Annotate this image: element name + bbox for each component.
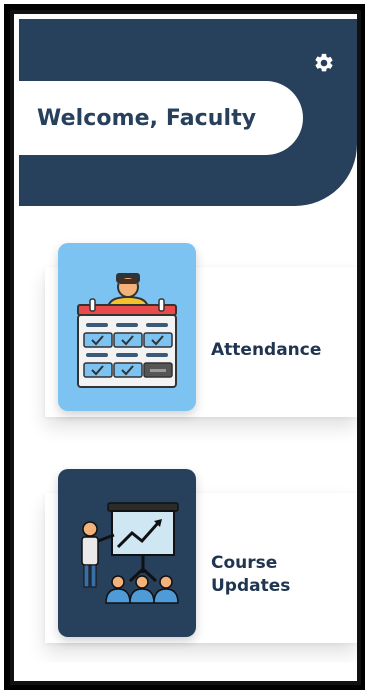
welcome-title: Welcome, Faculty: [37, 105, 257, 131]
gear-icon: [315, 53, 333, 72]
course-updates-tile[interactable]: [58, 469, 196, 637]
welcome-banner: Welcome, Faculty: [19, 81, 303, 155]
presentation-board-icon: [81, 502, 179, 604]
app-screen: Welcome, Faculty Attendance Course Updat…: [19, 19, 357, 663]
attendance-tile[interactable]: [58, 243, 196, 411]
settings-button[interactable]: [311, 50, 337, 76]
attendance-label: Attendance: [211, 340, 322, 360]
course-updates-label-line1: Course: [211, 553, 278, 573]
course-updates-label-line2: Updates: [211, 576, 291, 596]
course-updates-label: Course Updates: [211, 552, 321, 598]
attendance-calendar-icon: [77, 273, 177, 388]
